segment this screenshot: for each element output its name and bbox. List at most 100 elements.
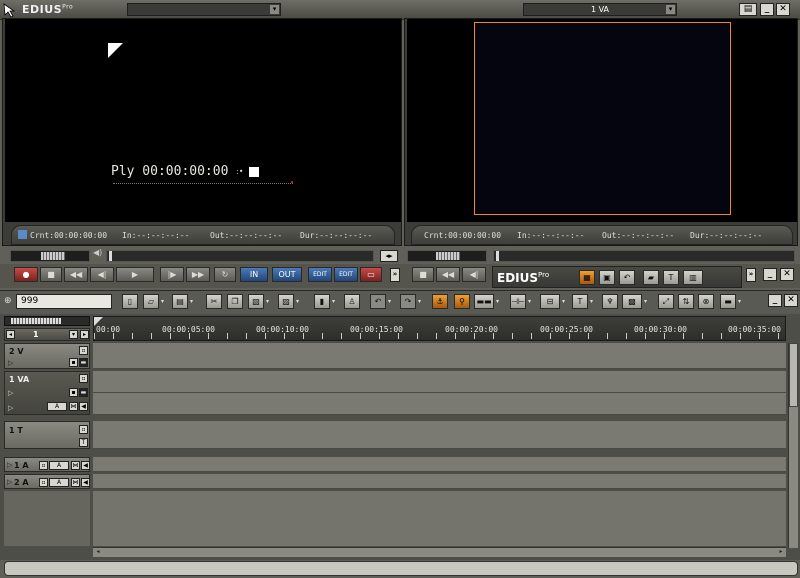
player-shuttle-slider[interactable] bbox=[10, 250, 90, 262]
lock-icon[interactable]: ▫ bbox=[39, 478, 48, 487]
redo-icon[interactable]: ↷ bbox=[400, 294, 416, 309]
expand-icon[interactable]: ▷ bbox=[8, 389, 13, 397]
recorder-screen[interactable] bbox=[407, 19, 797, 222]
expand-icon[interactable]: ▷ bbox=[7, 478, 12, 486]
info-window-icon[interactable]: ↶ bbox=[619, 270, 635, 285]
chevron-down-icon[interactable]: ▾ bbox=[332, 294, 338, 309]
effect-window-icon[interactable]: ▣ bbox=[599, 270, 615, 285]
waveform-icon[interactable]: ⋈ bbox=[71, 478, 80, 487]
track-header-1va[interactable]: 1 VA ▫ ▷ ▪ ▬ ▷ A ⋈ ◀ bbox=[4, 371, 90, 415]
delete-icon[interactable]: ▮ bbox=[314, 294, 330, 309]
bin-window-icon[interactable]: ▦ bbox=[579, 270, 595, 285]
shuttle-knob[interactable] bbox=[41, 252, 65, 260]
overwrite-edit-button[interactable]: EDIT bbox=[334, 267, 358, 282]
speaker-icon[interactable]: ◀ bbox=[79, 402, 88, 411]
chevron-down-icon[interactable]: ▾ bbox=[418, 294, 424, 309]
chevron-down-icon[interactable]: ▾ bbox=[296, 294, 302, 309]
transport-more-button[interactable]: » bbox=[390, 268, 400, 282]
sync-lock-icon[interactable]: ⚓ bbox=[432, 294, 448, 309]
zoom-slider[interactable] bbox=[4, 316, 90, 326]
video-toggle-icon[interactable]: ▪ bbox=[69, 388, 78, 397]
chevron-down-icon[interactable]: ▾ bbox=[161, 294, 167, 309]
time-ruler[interactable]: 00:00 00:00:05:00 00:00:10:00 00:00:15:0… bbox=[93, 316, 786, 341]
layout-menu-button[interactable]: ▤ bbox=[739, 3, 757, 16]
rec-step-back-button[interactable]: ◀| bbox=[462, 267, 486, 282]
player-clip-combo[interactable]: ▾ bbox=[127, 3, 281, 16]
audio-toggle-icon[interactable]: A bbox=[49, 461, 69, 470]
folder-icon[interactable]: ▰ bbox=[643, 270, 659, 285]
chevron-left-icon[interactable]: ◂ bbox=[6, 330, 15, 339]
zoom-knob[interactable] bbox=[11, 318, 61, 324]
loop-button[interactable]: ↻ bbox=[214, 267, 236, 282]
scroll-right-icon[interactable]: ▸ bbox=[776, 548, 786, 557]
timeline-empty-area[interactable] bbox=[93, 491, 786, 546]
transition-icon[interactable]: ⊟ bbox=[540, 294, 560, 309]
track-header-2a[interactable]: ▷ 2 A ▫ A ⋈ ◀ bbox=[4, 474, 90, 489]
chevron-down-icon[interactable]: ▾ bbox=[388, 294, 394, 309]
microphone-icon[interactable]: ♆ bbox=[602, 294, 618, 309]
expand-icon[interactable]: ▷ bbox=[7, 461, 12, 469]
speaker-icon[interactable]: ◀ bbox=[81, 478, 90, 487]
shuttle-knob[interactable] bbox=[436, 252, 460, 260]
new-icon[interactable]: ▯ bbox=[122, 294, 138, 309]
lock-icon[interactable]: ▫ bbox=[79, 374, 88, 383]
audio-icon[interactable]: ◀) bbox=[93, 248, 103, 264]
expand-icon[interactable]: ▷ bbox=[8, 359, 13, 367]
app-icon[interactable] bbox=[2, 2, 18, 18]
cut-icon[interactable]: ✂ bbox=[206, 294, 222, 309]
video-toggle-icon[interactable]: ▪ bbox=[69, 358, 78, 367]
settings-icon[interactable]: ⊗ bbox=[698, 294, 714, 309]
scroll-left-icon[interactable]: ◂ bbox=[93, 548, 103, 557]
rec-stop-button[interactable]: ■ bbox=[412, 267, 434, 282]
step-forward-button[interactable]: |▶ bbox=[160, 267, 184, 282]
insert-edit-button[interactable]: EDIT bbox=[308, 267, 332, 282]
monitor-toggle-icon[interactable]: ▬ bbox=[79, 358, 88, 367]
audio-toggle-icon[interactable]: A bbox=[49, 478, 69, 487]
copy-icon[interactable]: ❐ bbox=[227, 294, 243, 309]
fast-forward-button[interactable]: ▶▶ bbox=[186, 267, 210, 282]
undo-icon[interactable]: ↶ bbox=[370, 294, 386, 309]
layout-icon[interactable]: ▬ bbox=[720, 294, 736, 309]
chevron-down-icon[interactable]: ▾ bbox=[738, 294, 744, 309]
player-screen[interactable]: Ply 00:00:00:00 :• bbox=[5, 19, 401, 222]
play-button[interactable]: ▶ bbox=[116, 267, 154, 282]
speaker-icon[interactable]: ◀ bbox=[81, 461, 90, 470]
page-selector[interactable]: ◂ 1 ▾ ▸ bbox=[4, 328, 90, 341]
track-lane-2v[interactable] bbox=[93, 343, 786, 369]
open-icon[interactable]: ▱ bbox=[143, 294, 159, 309]
scrollbar-thumb[interactable] bbox=[789, 343, 798, 407]
chevron-down-icon[interactable]: ▾ bbox=[644, 294, 650, 309]
timeline-minimize-button[interactable]: _ bbox=[768, 294, 782, 307]
track-header-1t[interactable]: 1 T ▫ T bbox=[4, 421, 90, 449]
add-cut-icon[interactable]: ⊣⊢ bbox=[510, 294, 526, 309]
render-icon[interactable]: ▩ bbox=[622, 294, 642, 309]
title-toggle-icon[interactable]: T bbox=[79, 438, 88, 447]
dock-minimize-button[interactable]: _ bbox=[763, 268, 777, 281]
horizontal-scrollbar[interactable]: ◂ ▸ bbox=[93, 547, 786, 557]
chevron-down-icon[interactable]: ▾ bbox=[69, 330, 78, 339]
chevron-down-icon[interactable]: ▾ bbox=[562, 294, 568, 309]
rewind-button[interactable]: ◀◀ bbox=[64, 267, 88, 282]
step-back-button[interactable]: ◀| bbox=[90, 267, 114, 282]
chevron-down-icon[interactable]: ▾ bbox=[266, 294, 272, 309]
vertical-scrollbar[interactable] bbox=[788, 343, 798, 548]
track-header-1a[interactable]: ▷ 1 A ▫ A ⋈ ◀ bbox=[4, 457, 90, 472]
chevron-right-icon[interactable]: ▸ bbox=[80, 330, 89, 339]
timeline-close-button[interactable]: ✕ bbox=[784, 294, 798, 307]
track-lane-1va-video[interactable] bbox=[93, 371, 786, 393]
ripple-icon[interactable]: ♙ bbox=[344, 294, 360, 309]
track-lane-1va-audio[interactable] bbox=[93, 393, 786, 415]
dock-more-button[interactable]: » bbox=[746, 268, 756, 282]
rec-rewind-button[interactable]: ◀◀ bbox=[436, 267, 460, 282]
minimize-button[interactable]: _ bbox=[760, 3, 774, 16]
recorder-shuttle-slider[interactable] bbox=[407, 250, 487, 262]
lock-icon[interactable]: ▫ bbox=[79, 425, 88, 434]
position-marker[interactable] bbox=[496, 251, 499, 261]
monitor-toggle-icon[interactable]: ▬ bbox=[79, 388, 88, 397]
set-in-button[interactable]: IN bbox=[240, 267, 268, 282]
audio-toggle-icon[interactable]: A bbox=[47, 402, 67, 411]
device-icon[interactable]: ▥ bbox=[683, 270, 703, 285]
mark-clip-button[interactable]: ▭ bbox=[360, 267, 382, 282]
chevron-down-icon[interactable]: ▾ bbox=[528, 294, 534, 309]
paste-cursor-icon[interactable]: ▨ bbox=[278, 294, 294, 309]
